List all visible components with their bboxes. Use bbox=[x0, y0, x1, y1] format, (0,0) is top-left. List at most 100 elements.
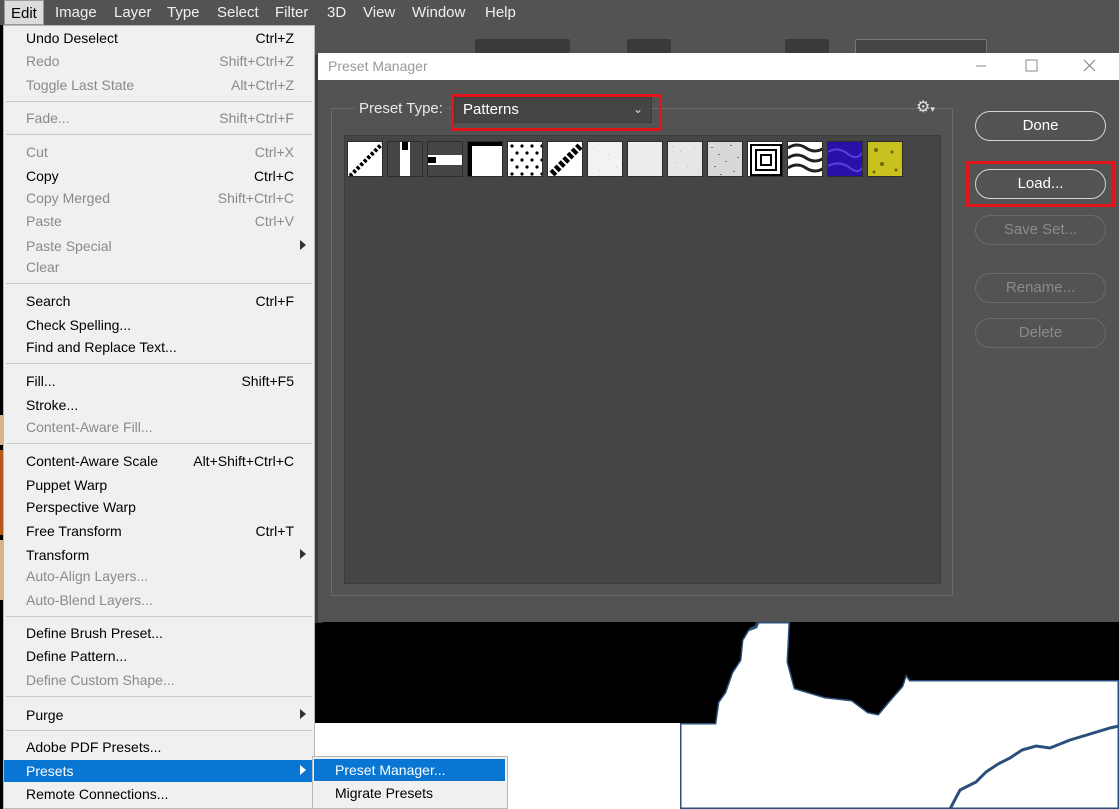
delete-button[interactable]: Delete bbox=[975, 318, 1106, 348]
menu-item-puppet-warp[interactable]: Puppet Warp bbox=[4, 474, 314, 496]
menu-separator bbox=[6, 101, 312, 102]
pattern-noise-dark-image bbox=[711, 145, 739, 175]
menu-item-clear[interactable]: Clear bbox=[4, 256, 314, 278]
menu-item-free-transform[interactable]: Free Transform Ctrl+T bbox=[4, 520, 314, 542]
preset-manager-dialog: Preset Manager Preset Type: Patterns ⌄ ⚙… bbox=[318, 53, 1119, 622]
menu-item-adobe-pdf-presets[interactable]: Adobe PDF Presets... bbox=[4, 736, 314, 758]
menu-item-label: Fade... bbox=[26, 110, 70, 126]
pattern-diagonal-thick-image bbox=[549, 143, 582, 176]
save-set-button[interactable]: Save Set... bbox=[975, 215, 1106, 245]
menu-view[interactable]: View bbox=[363, 0, 395, 25]
menu-item-transform[interactable]: Transform bbox=[4, 544, 314, 566]
menu-item-paste-special[interactable]: Paste Special bbox=[4, 235, 314, 257]
menu-item-search[interactable]: Search Ctrl+F bbox=[4, 290, 314, 312]
pattern-swatch[interactable] bbox=[827, 141, 863, 177]
pattern-corner-image bbox=[468, 142, 502, 176]
menu-type[interactable]: Type bbox=[167, 0, 200, 25]
pattern-dots-image bbox=[510, 144, 542, 176]
menu-item-label: Cut bbox=[26, 144, 48, 160]
dialog-titlebar: Preset Manager bbox=[318, 53, 1119, 80]
presets-submenu: Preset Manager... Migrate Presets bbox=[312, 756, 508, 809]
menu-item-toggle-last-state[interactable]: Toggle Last State Alt+Ctrl+Z bbox=[4, 74, 314, 96]
submenu-item-label: Migrate Presets bbox=[335, 785, 434, 801]
close-button[interactable] bbox=[1066, 53, 1112, 80]
menu-image[interactable]: Image bbox=[55, 0, 97, 25]
menu-item-define-brush-preset[interactable]: Define Brush Preset... bbox=[4, 622, 314, 644]
menu-item-remote-connections[interactable]: Remote Connections... bbox=[4, 783, 314, 805]
pattern-noise-light-image bbox=[593, 148, 617, 171]
menu-item-presets[interactable]: Presets bbox=[4, 760, 314, 782]
pattern-swatch[interactable] bbox=[587, 141, 623, 177]
submenu-arrow-icon bbox=[300, 240, 306, 250]
pattern-swatch[interactable] bbox=[427, 141, 463, 177]
pattern-swatch[interactable] bbox=[787, 141, 823, 177]
pattern-diagonal-image bbox=[348, 142, 382, 176]
menu-item-label: Puppet Warp bbox=[26, 477, 108, 493]
menu-item-label: Purge bbox=[26, 707, 64, 723]
submenu-arrow-icon bbox=[300, 765, 306, 775]
done-button[interactable]: Done bbox=[975, 111, 1106, 141]
menu-filter[interactable]: Filter bbox=[275, 0, 308, 25]
menu-item-undo-deselect[interactable]: Undo Deselect Ctrl+Z bbox=[4, 27, 314, 49]
highlight-box-load bbox=[966, 161, 1115, 207]
dialog-title: Preset Manager bbox=[328, 58, 428, 74]
menu-window[interactable]: Window bbox=[412, 0, 465, 25]
pattern-swatch[interactable] bbox=[507, 141, 543, 177]
pattern-swatch[interactable] bbox=[747, 141, 783, 177]
pattern-swatch[interactable] bbox=[627, 141, 663, 177]
minimize-button[interactable] bbox=[958, 53, 1004, 80]
menu-item-purge[interactable]: Purge bbox=[4, 704, 314, 726]
pattern-swatch[interactable] bbox=[867, 141, 903, 177]
menu-item-label: Redo bbox=[26, 53, 60, 69]
menu-item-label: Undo Deselect bbox=[26, 30, 118, 46]
menu-item-label: Adobe PDF Presets... bbox=[26, 739, 162, 755]
menu-item-define-custom-shape[interactable]: Define Custom Shape... bbox=[4, 669, 314, 691]
pattern-swatch[interactable] bbox=[347, 141, 383, 177]
menu-help[interactable]: Help bbox=[485, 0, 516, 25]
pattern-swatch[interactable] bbox=[667, 141, 703, 177]
pattern-swatch[interactable] bbox=[467, 141, 503, 177]
submenu-item-preset-manager[interactable]: Preset Manager... bbox=[314, 759, 505, 781]
menu-item-auto-blend-layers[interactable]: Auto-Blend Layers... bbox=[4, 589, 314, 611]
menu-item-copy-merged[interactable]: Copy Merged Shift+Ctrl+C bbox=[4, 187, 314, 209]
menu-item-content-aware-scale[interactable]: Content-Aware Scale Alt+Shift+Ctrl+C bbox=[4, 450, 314, 472]
menu-item-shortcut: Shift+Ctrl+F bbox=[219, 110, 294, 126]
menu-select[interactable]: Select bbox=[217, 0, 259, 25]
options-field bbox=[475, 39, 570, 53]
pattern-swatch[interactable] bbox=[547, 141, 583, 177]
menu-item-fill[interactable]: Fill... Shift+F5 bbox=[4, 370, 314, 392]
options-field bbox=[785, 39, 829, 53]
menu-item-label: Define Pattern... bbox=[26, 648, 128, 664]
close-icon bbox=[1083, 59, 1096, 72]
menu-item-paste[interactable]: Paste Ctrl+V bbox=[4, 210, 314, 232]
maximize-button[interactable] bbox=[1008, 53, 1054, 80]
menu-item-redo[interactable]: Redo Shift+Ctrl+Z bbox=[4, 50, 314, 72]
menu-item-content-aware-fill[interactable]: Content-Aware Fill... bbox=[4, 416, 314, 438]
menu-item-shortcut: Alt+Shift+Ctrl+C bbox=[193, 453, 294, 469]
menu-item-shortcut: Ctrl+T bbox=[255, 523, 295, 539]
menu-item-stroke[interactable]: Stroke... bbox=[4, 394, 314, 416]
menu-3d[interactable]: 3D bbox=[327, 0, 346, 25]
menu-edit[interactable]: Edit bbox=[4, 0, 44, 25]
menu-item-copy[interactable]: Copy Ctrl+C bbox=[4, 165, 314, 187]
menu-layer[interactable]: Layer bbox=[114, 0, 152, 25]
submenu-arrow-icon bbox=[300, 549, 306, 559]
menu-item-define-pattern[interactable]: Define Pattern... bbox=[4, 645, 314, 667]
menu-item-cut[interactable]: Cut Ctrl+X bbox=[4, 141, 314, 163]
menu-item-fade[interactable]: Fade... Shift+Ctrl+F bbox=[4, 107, 314, 129]
pattern-swatch[interactable] bbox=[707, 141, 743, 177]
menu-item-check-spelling[interactable]: Check Spelling... bbox=[4, 314, 314, 336]
menu-item-label: Clear bbox=[26, 259, 60, 275]
menu-item-label: Transform bbox=[26, 547, 90, 563]
pattern-list[interactable] bbox=[344, 135, 941, 584]
menu-separator bbox=[6, 363, 312, 364]
menu-separator bbox=[6, 443, 312, 444]
pattern-swatch[interactable] bbox=[387, 141, 423, 177]
gear-menu-button[interactable]: ⚙▾ bbox=[916, 97, 935, 117]
menu-item-shortcut: Ctrl+X bbox=[254, 144, 294, 160]
rename-button[interactable]: Rename... bbox=[975, 273, 1106, 303]
menu-item-perspective-warp[interactable]: Perspective Warp bbox=[4, 496, 314, 518]
submenu-item-migrate-presets[interactable]: Migrate Presets bbox=[314, 782, 505, 804]
menu-item-find-replace[interactable]: Find and Replace Text... bbox=[4, 336, 314, 358]
menu-item-auto-align-layers[interactable]: Auto-Align Layers... bbox=[4, 565, 314, 587]
